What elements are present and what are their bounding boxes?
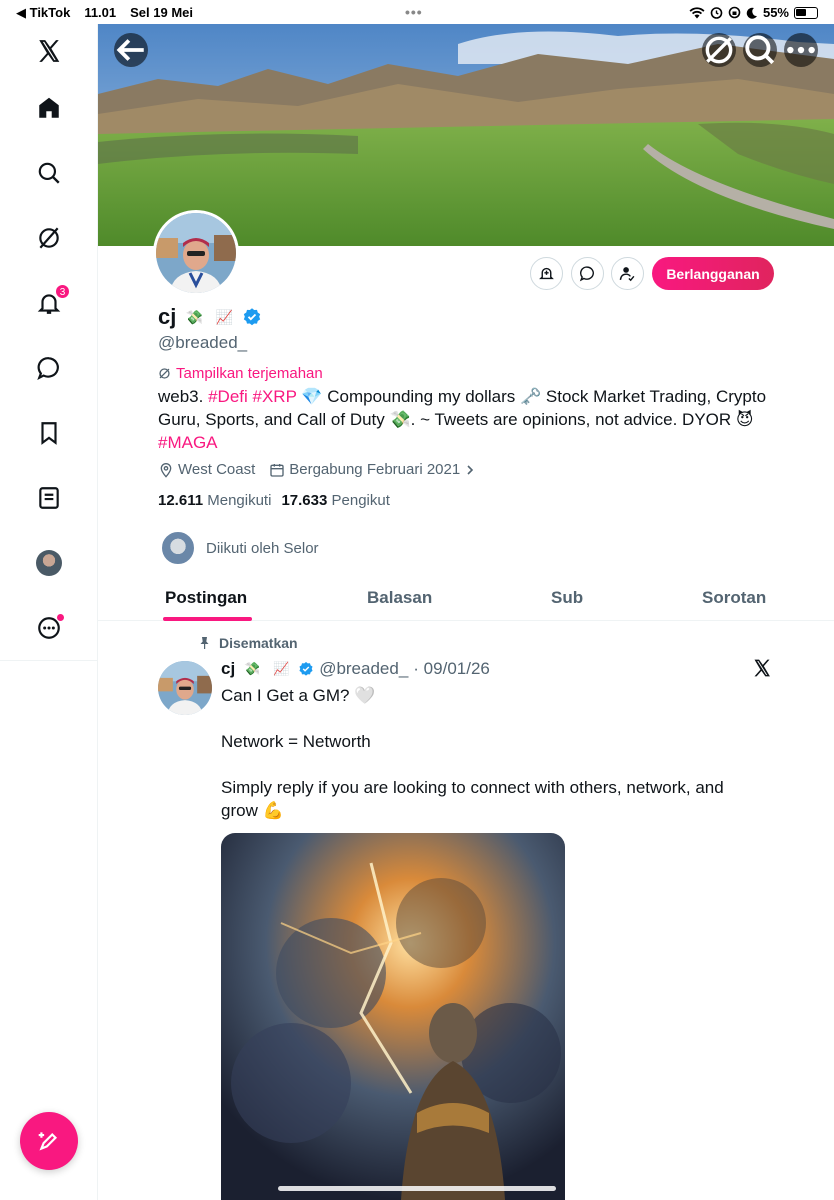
verified-badge-icon [244, 308, 261, 326]
wifi-icon [689, 6, 705, 19]
chevron-right-icon [467, 464, 474, 475]
followers-label: Pengikut [331, 492, 390, 509]
bio-text: web3. [158, 387, 209, 406]
money-emoji-icon: 💸 [185, 308, 204, 325]
hashtag-link[interactable]: #XRP [253, 387, 297, 406]
back-to-app[interactable]: ◀ TikTok [16, 5, 70, 21]
x-logo-icon [752, 658, 772, 684]
tweet-header: cj 💸 📈 @breaded_ · 09/01/26 [221, 658, 490, 680]
status-date: Sel 19 Mei [130, 5, 194, 20]
notifications-bell-icon[interactable]: 3 [24, 278, 74, 328]
profile-avatar-nav[interactable] [24, 538, 74, 588]
profile-handle: @breaded_ [158, 333, 248, 352]
more-dots-icon [787, 46, 815, 54]
sidebar-divider [0, 660, 98, 661]
x-logo-icon[interactable] [24, 26, 74, 76]
hashtag-link[interactable]: #Defi [208, 387, 248, 406]
subscribe-button[interactable]: Berlangganan [652, 257, 774, 290]
tab-replies[interactable]: Balasan [367, 574, 432, 621]
message-button[interactable] [571, 257, 604, 290]
arrow-left-icon [116, 39, 144, 61]
alarm-icon [710, 7, 723, 19]
following-button[interactable] [611, 257, 644, 290]
joined-date: Bergabung Februari 2021 [289, 461, 461, 478]
multitask-dots-icon[interactable]: ••• [405, 4, 423, 20]
tweet-media-image[interactable] [221, 833, 565, 1200]
compose-post-button[interactable] [20, 1112, 78, 1170]
grok-icon[interactable] [24, 213, 74, 263]
profile-name: cj [158, 304, 177, 329]
lock-rotation-icon [728, 6, 741, 19]
chart-up-emoji-icon: 📈 [215, 308, 234, 325]
tweet-date[interactable]: · 09/01/26 [413, 659, 490, 679]
location: West Coast [178, 461, 256, 478]
notify-button[interactable] [530, 257, 563, 290]
profile-bio: web3. #Defi #XRP 💎 Compounding my dollar… [158, 385, 778, 454]
avatar [36, 550, 62, 576]
profile-name-row: cj 💸 📈 [158, 304, 262, 330]
grok-button[interactable] [702, 33, 736, 67]
followers-count: 17.633 [281, 492, 328, 509]
home-indicator[interactable] [278, 1186, 556, 1191]
pinned-label: Disematkan [198, 635, 298, 651]
profile-tabs: Postingan Balasan Sub Sorotan [98, 574, 834, 621]
active-tab-indicator [163, 617, 252, 621]
bookmarks-icon[interactable] [24, 408, 74, 458]
notifications-badge: 3 [55, 284, 70, 299]
translate-label: Tampilkan terjemahan [176, 365, 323, 382]
articles-icon[interactable] [24, 473, 74, 523]
followed-by-link[interactable]: Diikuti oleh Selor [160, 530, 319, 566]
grok-icon [705, 36, 733, 64]
more-button[interactable] [784, 33, 818, 67]
unread-dot [57, 614, 64, 621]
chart-up-emoji-icon: 📈 [273, 661, 290, 676]
back-button[interactable] [114, 33, 148, 67]
search-icon [745, 35, 775, 65]
more-options-icon[interactable] [24, 603, 74, 653]
tweet-text: Can I Get a GM? 🤍 Network = Networth Sim… [221, 686, 724, 820]
follower-avatar [160, 530, 196, 566]
money-emoji-icon: 💸 [244, 661, 261, 676]
tab-subs[interactable]: Sub [551, 574, 583, 621]
show-translation-link[interactable]: Tampilkan terjemahan [158, 365, 323, 382]
joined-date-link[interactable]: Bergabung Februari 2021 [269, 461, 476, 478]
message-icon [579, 266, 594, 282]
following-link[interactable]: 12.611 Mengikuti [158, 492, 271, 509]
battery-icon [794, 6, 818, 19]
calendar-icon [270, 463, 284, 477]
tab-posts[interactable]: Postingan [165, 574, 247, 621]
pinned-text: Disematkan [219, 635, 298, 651]
following-label: Mengikuti [207, 492, 272, 509]
status-bar: ◀ TikTok 11.01 Sel 19 Mei ••• 55% [0, 0, 834, 24]
status-time: 11.01 [84, 5, 117, 20]
followers-link[interactable]: 17.633 Pengikut [281, 492, 389, 509]
tweet-author-avatar[interactable] [158, 661, 212, 715]
profile-avatar[interactable] [153, 210, 239, 296]
followed-by-text: Diikuti oleh Selor [206, 539, 319, 557]
search-button[interactable] [743, 33, 777, 67]
following-count: 12.611 [158, 492, 204, 509]
compose-icon [38, 1132, 58, 1151]
home-icon[interactable] [24, 83, 74, 133]
profile-meta: West Coast Bergabung Februari 2021 [158, 461, 484, 478]
sidebar: 3 [0, 24, 98, 1200]
pin-icon [200, 637, 209, 649]
bell-plus-icon [539, 267, 554, 280]
bio-text: 💎 Compounding my dollars 🗝️ Stock Market… [158, 387, 767, 429]
battery-percent: 55% [762, 5, 789, 20]
hashtag-link[interactable]: #MAGA [158, 433, 218, 452]
messages-icon[interactable] [24, 343, 74, 393]
search-icon[interactable] [24, 148, 74, 198]
person-check-icon [619, 267, 635, 282]
verified-badge-icon [299, 662, 313, 676]
moon-icon [746, 7, 757, 19]
follow-stats: 12.611 Mengikuti 17.633 Pengikut [158, 492, 390, 509]
tweet-author-handle[interactable]: @breaded_ [319, 659, 408, 679]
grok-icon [159, 368, 170, 379]
tweet-author-name[interactable]: cj [221, 659, 235, 679]
tab-highlights[interactable]: Sorotan [702, 574, 766, 621]
location-pin-icon [160, 462, 172, 478]
